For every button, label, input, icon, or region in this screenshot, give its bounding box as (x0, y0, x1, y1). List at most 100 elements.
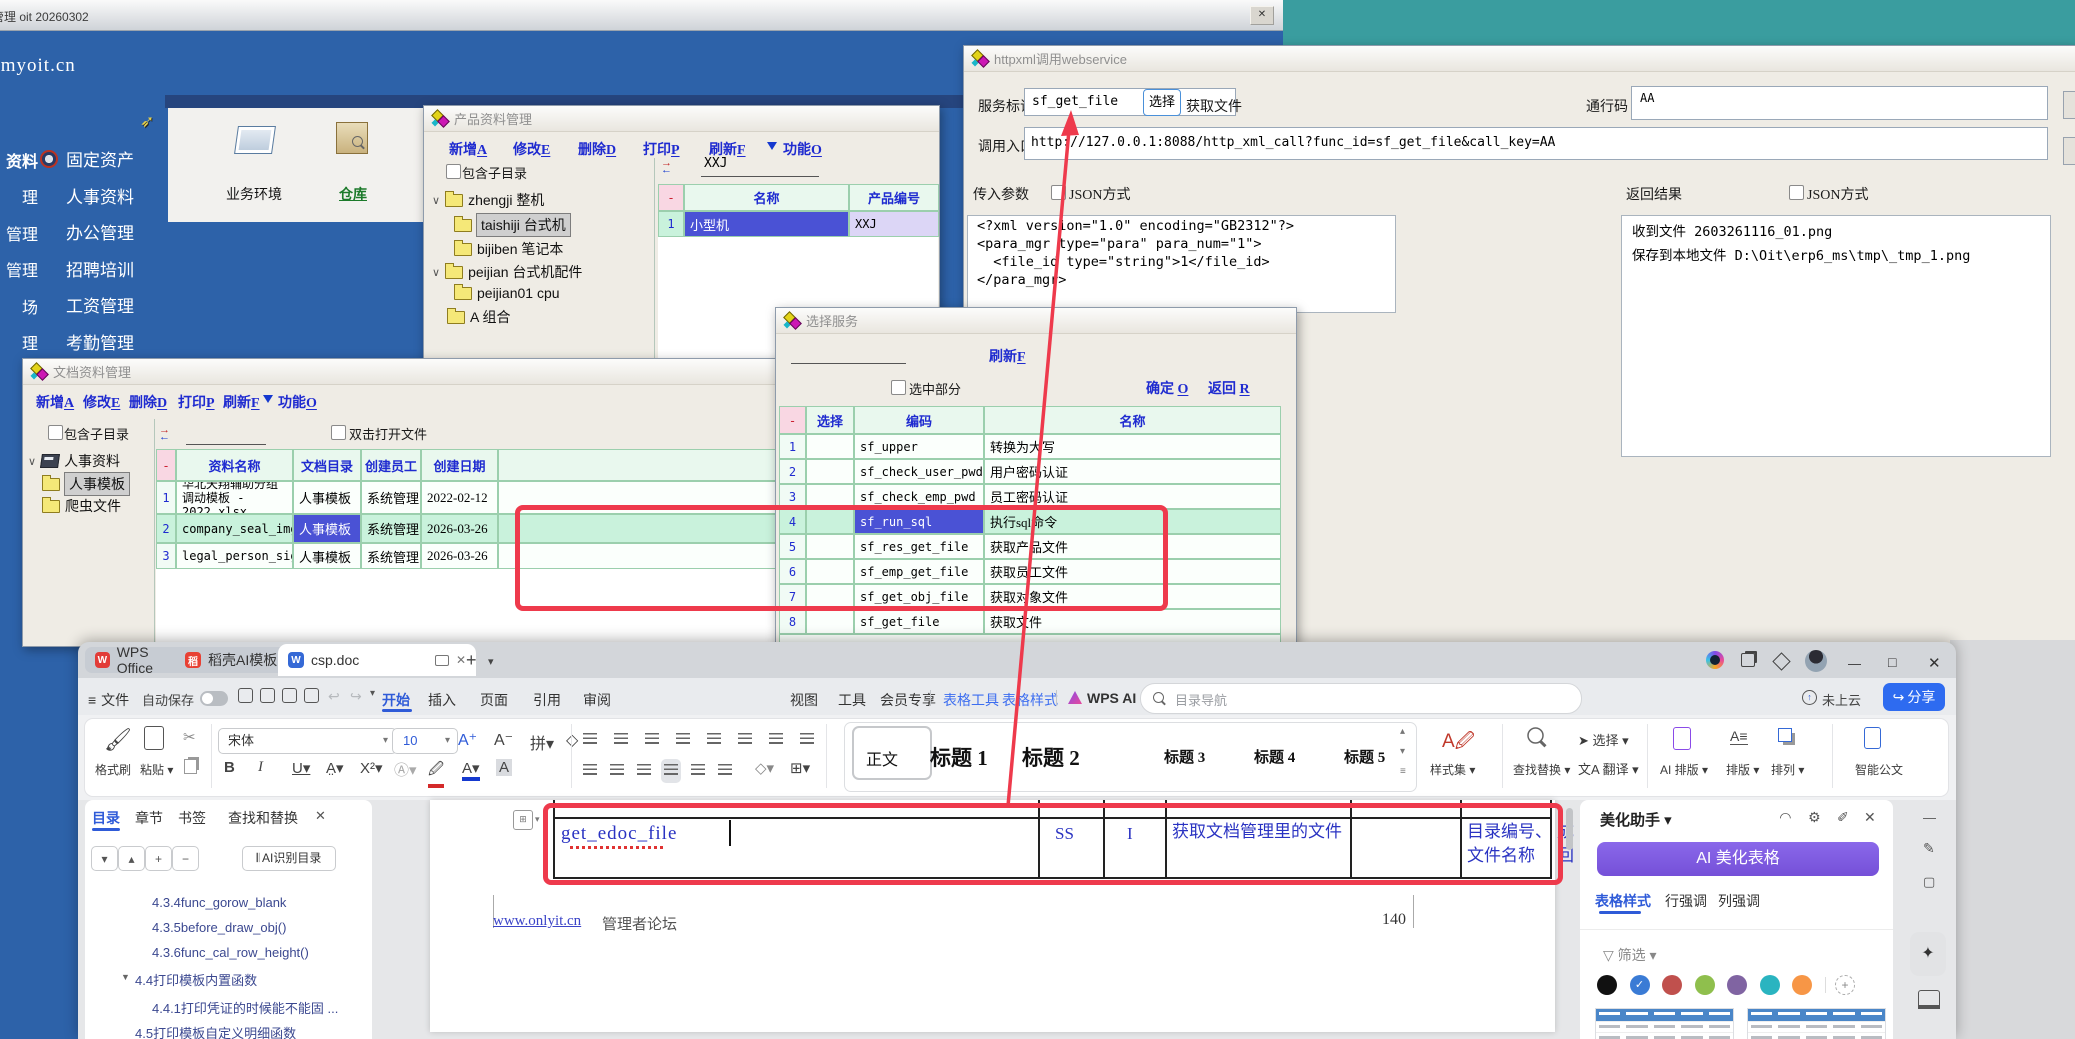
phonetic-guide-icon[interactable]: 拼▾ (530, 730, 554, 754)
table-cell-r5c1[interactable] (806, 534, 854, 559)
table-cell-r2c1[interactable]: company_seal_img.png (176, 514, 293, 543)
filter-label[interactable]: ▽ 筛选 ▾ (1603, 945, 1657, 965)
table-cell-r3c0[interactable]: 3 (156, 543, 176, 569)
table-cell-r3c3[interactable]: 系统管理员 (361, 543, 421, 569)
smart-doc-label[interactable]: 智能公文 (1855, 761, 1903, 778)
table-cell-r1c1[interactable]: 华北天翔辅助分组调动模板 - 2022.xlsx (176, 481, 293, 514)
beauty-tab-行强调[interactable]: 行强调 (1665, 891, 1707, 911)
table-cell-r7c0[interactable]: 7 (779, 584, 806, 609)
nav-expand-icon[interactable]: ▼ (121, 972, 130, 982)
tree-label[interactable]: peijian 台式机配件 (468, 262, 582, 282)
table-cell-r1c4[interactable]: 2022-02-12 (421, 481, 498, 514)
table-cell-r1c2[interactable]: XXJ (849, 211, 939, 237)
shading-button[interactable]: ◇▾ (755, 759, 774, 777)
font-size-select[interactable]: 10▾ (392, 728, 458, 754)
sidebar-item-3[interactable]: 招聘培训 (66, 256, 134, 281)
tree-label[interactable]: 人事模板 (65, 473, 129, 495)
params-xml-box[interactable]: <?xml version="1.0" encoding="GB2312"?><… (967, 215, 1396, 313)
palette-color-4[interactable] (1727, 975, 1747, 995)
edge-button-2[interactable] (2063, 137, 2075, 165)
ai-layout-icon[interactable] (1673, 727, 1691, 750)
doc-cell-ss[interactable]: SS (1055, 822, 1074, 846)
menu-视图[interactable]: 视图 (790, 690, 818, 710)
select-window-titlebar[interactable]: 选择服务 (776, 308, 1296, 334)
doc-include-subdir-checkbox[interactable] (48, 425, 63, 440)
table-cell-r5c2[interactable]: sf_res_get_file (854, 534, 984, 559)
product-toolbar-打印[interactable]: 打印P (643, 139, 680, 159)
copy-icon[interactable] (184, 759, 197, 774)
menu-wps-ai[interactable]: WPS AI (1087, 690, 1136, 706)
quickbar-dropdown-icon[interactable]: ▾ (370, 688, 375, 699)
doc-cell-desc[interactable]: 获取文档管理里的文件 (1172, 820, 1344, 844)
product-window-titlebar[interactable]: 产品资料管理 (424, 106, 939, 132)
table-cell-r1c2[interactable]: 人事模板 (293, 481, 361, 514)
ai-catalog-button[interactable]: 𝄃 AI识别目录 (242, 846, 336, 871)
gallery-scroll-0[interactable]: ▴ (1400, 726, 1405, 737)
sidebar-item-clipped-3[interactable]: 管理 (0, 257, 38, 281)
table-cell-r1c1[interactable] (806, 434, 854, 459)
table-cell-r1c3[interactable]: 系统管理员 (361, 481, 421, 514)
style-1[interactable]: 标题 1 (930, 742, 988, 772)
doc-tree-item-1[interactable]: 人事模板 (42, 473, 129, 495)
table-cell-r2c3[interactable]: 用户密码认证 (984, 459, 1281, 484)
palette-color-2[interactable] (1662, 975, 1682, 995)
doc-cell-func-name[interactable]: get_edoc_file (561, 822, 677, 846)
palette-color-5[interactable] (1760, 975, 1780, 995)
back-link[interactable]: 返回 R (1208, 378, 1250, 398)
beauty-tab-列强调[interactable]: 列强调 (1718, 891, 1760, 911)
get-file-button[interactable]: 获取文件 (1186, 96, 1242, 116)
tree-expand-icon[interactable]: ∨ (432, 266, 440, 279)
redo-icon[interactable]: ↪ (350, 688, 362, 705)
superscript-button[interactable]: X²▾ (360, 759, 383, 777)
nav-tab-书签[interactable]: 书签 (178, 808, 206, 828)
product-tree-item-2[interactable]: bijiben 笔记本 (454, 239, 563, 259)
catalog-search-box[interactable]: 目录导航 (1140, 683, 1582, 714)
httpxml-window-titlebar[interactable]: httpxml调用webservice (964, 46, 2075, 72)
rail-collapse-icon[interactable]: — (1923, 810, 1936, 825)
erp-close-button[interactable]: ✕ (1250, 6, 1274, 25)
close-button[interactable]: ✕ (1928, 654, 1941, 672)
cube-icon[interactable] (1772, 652, 1790, 670)
doc-cell-io[interactable]: I (1127, 822, 1133, 846)
avatar[interactable] (1805, 650, 1827, 672)
table-cell-r3c1[interactable] (806, 484, 854, 509)
edge-button-1[interactable] (2063, 91, 2075, 119)
table-cell-r4c2[interactable]: sf_run_sql (854, 509, 984, 534)
doc-toolbar-修改[interactable]: 修改E (83, 392, 120, 412)
table-cell-r4c3[interactable]: 执行sql命令 (984, 509, 1281, 534)
gear-icon[interactable]: ⚙ (1808, 809, 1821, 826)
tree-label[interactable]: 爬虫文件 (65, 496, 121, 516)
table-cell-r1c3[interactable]: 转换为大写 (984, 434, 1281, 459)
format-painter-icon[interactable]: 🖌 (104, 727, 132, 753)
doc-toolbar-打印[interactable]: 打印P (178, 392, 215, 412)
tree-label[interactable]: 人事资料 (64, 451, 120, 471)
product-tree-item-3[interactable]: ∨ peijian 台式机配件 (432, 262, 582, 282)
palette-color-6[interactable] (1792, 975, 1812, 995)
align-justify-button[interactable] (664, 762, 678, 780)
borders-button[interactable]: ⊞▾ (790, 759, 810, 777)
minimize-button[interactable]: — (1848, 656, 1861, 671)
rail-stamp-icon[interactable] (1918, 990, 1940, 1009)
shrink-font-icon[interactable]: A⁻ (494, 730, 513, 750)
table-cell-r6c1[interactable] (806, 559, 854, 584)
palette-color-0[interactable] (1597, 975, 1617, 995)
table-cell-r6c0[interactable]: 6 (779, 559, 806, 584)
tree-label[interactable]: zhengji 整机 (468, 190, 544, 210)
italic-button[interactable]: I (258, 759, 263, 776)
zoom-in-button[interactable]: + (145, 846, 172, 871)
doc-toolbar-刷新[interactable]: 刷新F (223, 392, 260, 412)
doc-tree-item-0[interactable]: ∨人事资料 (28, 451, 120, 471)
style-5[interactable]: 标题 5 (1344, 746, 1385, 767)
table-cell-r2c2[interactable]: 人事模板 (293, 514, 361, 543)
table-style-thumbnail-0[interactable] (1595, 1008, 1734, 1039)
tree-label[interactable]: taishiji 台式机 (477, 214, 570, 236)
table-handle-icon[interactable]: ⊞ (513, 810, 533, 830)
table-cell-r2c0[interactable]: 2 (156, 514, 176, 543)
sidebar-item-clipped-1[interactable]: 理 (0, 184, 38, 208)
rail-edit-icon[interactable]: ✎ (1923, 840, 1935, 857)
dblclick-open-checkbox[interactable] (331, 425, 346, 440)
menu-引用[interactable]: 引用 (533, 690, 561, 710)
menu-表格样式[interactable]: 表格样式 (1002, 690, 1058, 710)
table-cell-r3c5[interactable] (498, 543, 797, 569)
menu-工具[interactable]: 工具 (838, 690, 866, 710)
